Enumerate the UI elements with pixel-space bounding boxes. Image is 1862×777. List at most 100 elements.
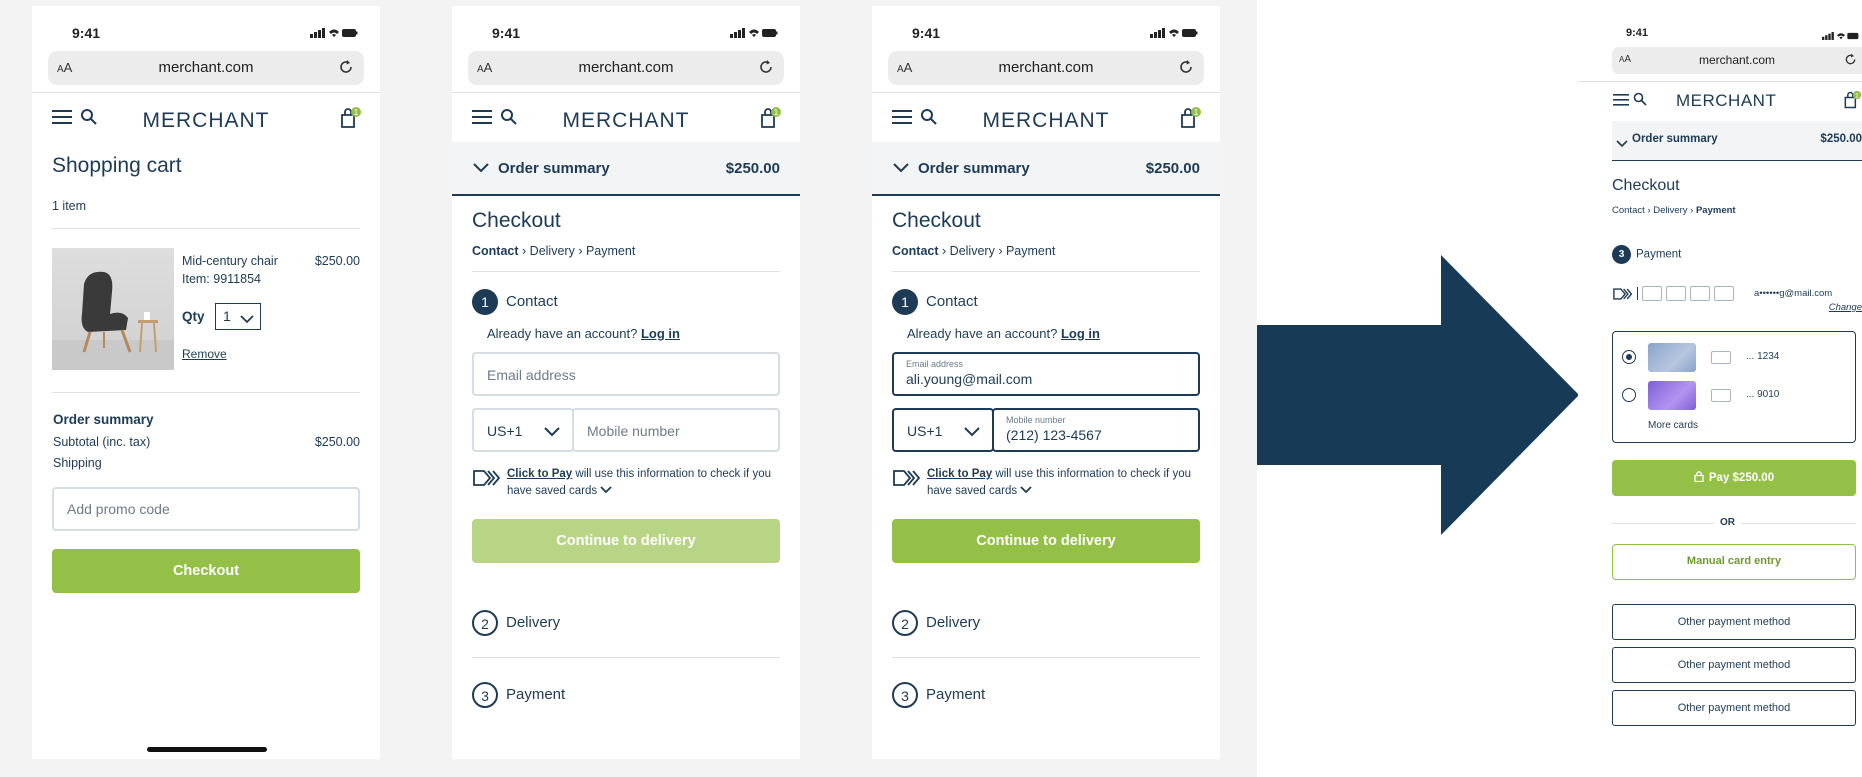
step-number: 1 — [892, 289, 918, 315]
step-payment[interactable]: 3 Payment — [472, 682, 565, 708]
reload-icon[interactable] — [757, 58, 775, 81]
header-divider — [872, 92, 1220, 93]
saved-card-option[interactable]: ... 9010 — [1613, 378, 1853, 412]
manual-card-entry-button[interactable]: Manual card entry — [1612, 544, 1856, 580]
shopping-bag-icon[interactable]: 1 — [1178, 106, 1202, 135]
account-prompt: Already have an account? Log in — [907, 326, 1100, 341]
site-header: MERCHANT 1 — [872, 100, 1220, 138]
menu-icon[interactable] — [1613, 93, 1629, 111]
click-to-pay-name: Click to Pay — [507, 468, 573, 480]
brand-logo[interactable]: MERCHANT — [452, 109, 800, 133]
site-header: MERCHANT 1 — [452, 100, 800, 138]
other-payment-button[interactable]: Other payment method — [1612, 647, 1856, 683]
crumb-delivery[interactable]: Delivery — [1653, 205, 1687, 216]
card-last4: ... 9010 — [1746, 389, 1780, 400]
shopping-bag-icon[interactable]: 1 — [1842, 90, 1862, 115]
login-link[interactable]: Log in — [1061, 326, 1100, 341]
step-number: 3 — [472, 682, 498, 708]
crumb-contact: Contact — [892, 244, 939, 258]
brand-logo[interactable]: MERCHANT — [1676, 91, 1776, 111]
click-to-pay-notice: Click to Pay will use this information t… — [892, 466, 1212, 502]
mobile-field[interactable]: Mobile number — [572, 408, 780, 452]
product-image[interactable] — [52, 248, 174, 370]
arrow-right-icon — [1257, 255, 1579, 540]
step-payment[interactable]: 3 Payment — [892, 682, 985, 708]
browser-address-bar[interactable]: AA merchant.com — [888, 51, 1204, 85]
country-code-select[interactable]: US+1 — [892, 408, 994, 452]
remove-link[interactable]: Remove — [182, 347, 227, 361]
reload-icon[interactable] — [1843, 52, 1858, 72]
order-summary-toggle[interactable]: Order summary $250.00 — [452, 142, 800, 196]
step-number: 1 — [472, 289, 498, 315]
mobile-field[interactable]: Mobile number (212) 123-4567 — [992, 408, 1200, 452]
chevron-down-icon[interactable] — [600, 485, 612, 497]
divider — [52, 392, 360, 393]
click-to-pay-notice: Click to Pay will use this information t… — [472, 466, 792, 502]
continue-to-delivery-button[interactable]: Continue to delivery — [472, 519, 780, 563]
divider — [472, 271, 780, 272]
radio-unselected[interactable] — [1622, 388, 1636, 402]
step-label: Payment — [926, 685, 986, 703]
other-payment-button[interactable]: Other payment method — [1612, 604, 1856, 640]
shopping-bag-icon[interactable]: 1 — [338, 106, 362, 135]
continue-to-delivery-button[interactable]: Continue to delivery — [892, 519, 1200, 563]
click-to-pay-icon — [1612, 287, 1634, 306]
status-time: 9:41 — [72, 25, 101, 41]
product-name[interactable]: Mid-century chair — [182, 254, 278, 268]
promo-code-input[interactable]: Add promo code — [52, 487, 360, 531]
chevron-right-icon: › — [1647, 205, 1651, 216]
change-link[interactable]: Change — [1829, 302, 1862, 313]
email-field[interactable]: Email address — [472, 352, 780, 396]
qty-select[interactable]: 1 — [215, 303, 261, 330]
crumb-contact: Contact — [472, 244, 519, 258]
status-time: 9:41 — [912, 25, 941, 41]
mobile-value: (212) 123-4567 — [1006, 427, 1102, 443]
reload-icon[interactable] — [1177, 58, 1195, 81]
radio-selected[interactable] — [1622, 350, 1636, 364]
chevron-right-icon: › — [578, 244, 583, 258]
step-delivery[interactable]: 2 Delivery — [892, 610, 980, 636]
checkout-button[interactable]: Checkout — [52, 549, 360, 593]
order-summary-toggle[interactable]: Order summary $250.00 — [1612, 121, 1862, 161]
email-field-label: Email address — [906, 359, 964, 369]
country-code-select[interactable]: US+1 — [472, 408, 574, 452]
other-payment-button[interactable]: Other payment method — [1612, 690, 1856, 726]
order-summary-toggle[interactable]: Order summary $250.00 — [872, 142, 1220, 196]
pay-button[interactable]: Pay $250.00 — [1612, 460, 1856, 496]
card-brand-icon — [1666, 286, 1686, 301]
page-title: Checkout — [892, 209, 981, 232]
chevron-down-icon — [1616, 135, 1628, 153]
step-payment: 3 Payment — [1612, 245, 1681, 264]
step-delivery[interactable]: 2 Delivery — [472, 610, 560, 636]
mobile-field-label: Mobile number — [1006, 415, 1066, 425]
browser-address-bar[interactable]: AA merchant.com — [1612, 47, 1862, 74]
order-summary-label: Order summary — [918, 160, 1030, 177]
crumb-delivery: Delivery — [529, 244, 575, 258]
email-field[interactable]: Email address ali.young@mail.com — [892, 352, 1200, 396]
shopping-bag-icon[interactable]: 1 — [758, 106, 782, 135]
more-cards-link[interactable]: More cards — [1648, 420, 1698, 431]
crumb-contact[interactable]: Contact — [1612, 205, 1645, 216]
page-title: Shopping cart — [52, 154, 182, 177]
saved-card-option[interactable]: ... 1234 — [1613, 340, 1853, 374]
step-number: 2 — [472, 610, 498, 636]
status-icons — [730, 26, 778, 44]
brand-logo[interactable]: MERCHANT — [872, 109, 1220, 133]
qty-value: 1 — [223, 308, 231, 324]
browser-address-bar[interactable]: AA merchant.com — [468, 51, 784, 85]
browser-address-bar[interactable]: AA merchant.com — [48, 51, 364, 85]
chevron-down-icon[interactable] — [1020, 485, 1032, 497]
reload-icon[interactable] — [337, 58, 355, 81]
phone-checkout-payment: 9:41 AA merchant.com MERCHANT 1 Order su… — [1578, 9, 1862, 777]
brand-logo[interactable]: MERCHANT — [32, 109, 380, 133]
phone-checkout-contact-filled: 9:41 AA merchant.com MERCHANT 1 Order su… — [872, 6, 1220, 759]
login-link[interactable]: Log in — [641, 326, 680, 341]
search-icon[interactable] — [1633, 92, 1647, 111]
status-bar: 9:41 — [452, 6, 800, 44]
card-image — [1648, 381, 1696, 410]
card-brand-icon — [1690, 286, 1710, 301]
saved-cards-box: ... 1234 ... 9010 More cards — [1612, 331, 1856, 443]
qty-label: Qty — [182, 309, 205, 324]
or-divider: OR — [1612, 517, 1856, 531]
chair-image — [52, 271, 174, 370]
